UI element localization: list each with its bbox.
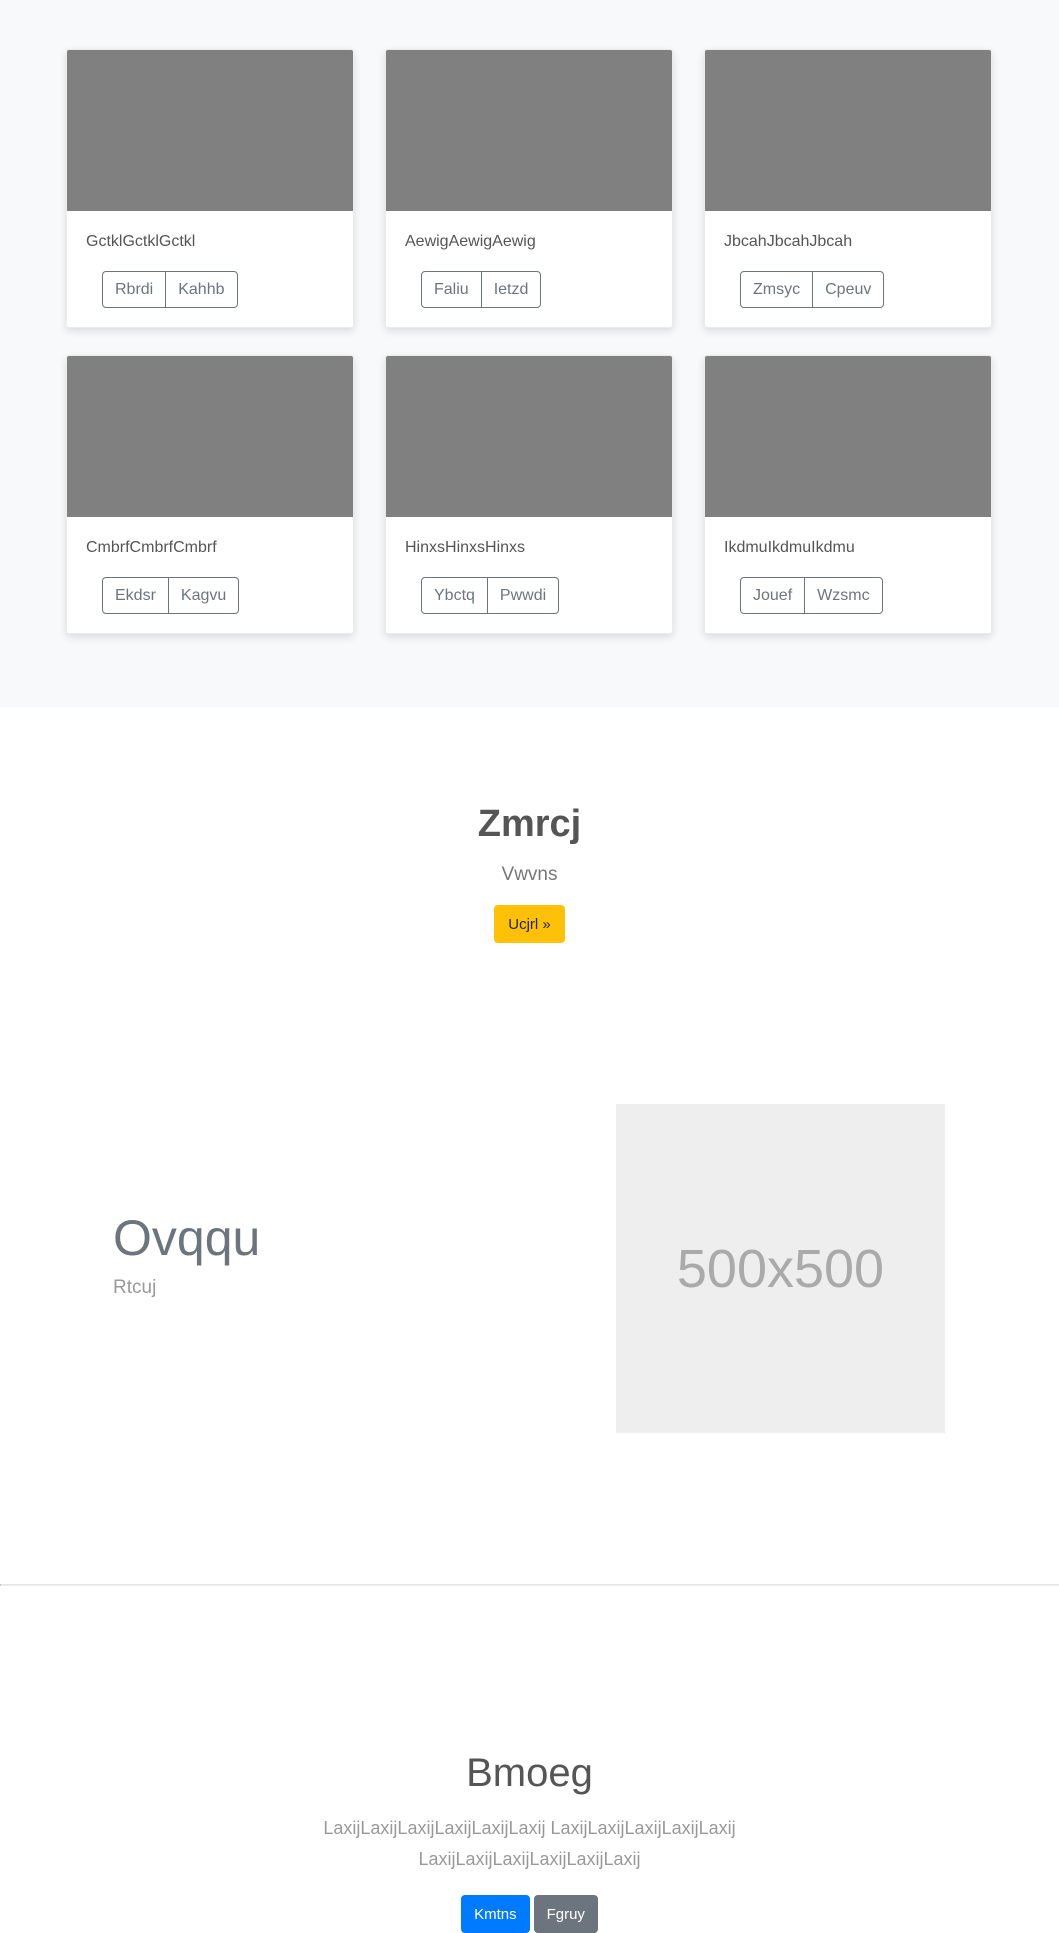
card-text: AewigAewigAewig [405,233,536,250]
card-button-2[interactable]: Wzsmc [804,577,883,614]
card-text: JbcahJbcahJbcah [724,233,853,250]
card-text: GctklGctklGctkl [86,233,196,250]
jumbotron-buttons: Kmtns Fgruy [0,1895,1059,1933]
card-button-group: Zmsyc Cpeuv [740,271,885,308]
primary-button[interactable]: Kmtns [461,1895,530,1933]
image-placeholder-label: 500x500 [676,1238,885,1299]
card-button-2[interactable]: Cpeuv [812,271,885,308]
card-button-group: Ybctq Pwwdi [421,577,560,614]
card-button-1[interactable]: Rbrdi [102,271,167,308]
card-button-1[interactable]: Ybctq [421,577,488,614]
cta-subtitle: Vwvns [501,864,558,885]
card-text: IkdmuIkdmuIkdmu [724,539,855,556]
cta-button[interactable]: Ucjrl » [494,905,565,943]
card-button-1[interactable]: Ekdsr [102,577,169,614]
card-button-group: Ekdsr Kagvu [102,577,240,614]
card-thumbnail [705,50,991,211]
card-thumbnail [386,50,672,211]
card: AewigAewigAewig Faliu Ietzd [385,49,673,328]
card-button-2[interactable]: Pwwdi [486,577,560,614]
card-thumbnail [67,356,353,517]
feature-subtitle: Rtcuj [113,1277,157,1298]
section-divider [0,1584,1059,1586]
jumbotron-title: Bmoeg [466,1751,593,1795]
card-button-2[interactable]: Kahhb [165,271,238,308]
album-section: GctklGctklGctkl Rbrdi Kahhb AewigAewigAe… [0,0,1059,707]
card: JbcahJbcahJbcah Zmsyc Cpeuv [704,49,992,328]
card-thumbnail [67,50,353,211]
card-button-1[interactable]: Faliu [421,271,482,308]
card-thumbnail [386,356,672,517]
card: HinxsHinxsHinxs Ybctq Pwwdi [385,355,673,634]
card: CmbrfCmbrfCmbrf Ekdsr Kagvu [66,355,354,634]
card-thumbnail [705,356,991,517]
card-button-1[interactable]: Zmsyc [740,271,814,308]
card-button-group: Faliu Ietzd [421,271,542,308]
card-text: CmbrfCmbrfCmbrf [86,539,217,556]
secondary-button[interactable]: Fgruy [533,1895,598,1933]
card-button-group: Rbrdi Kahhb [102,271,238,308]
feature-image-placeholder: 500x500 [616,1104,945,1433]
card-button-group: Jouef Wzsmc [740,577,883,614]
jumbotron-lead: LaxijLaxijLaxijLaxijLaxijLaxij LaxijLaxi… [323,1818,736,1869]
feature-title: Ovqqu [113,1210,261,1266]
card-text: HinxsHinxsHinxs [405,539,526,556]
card-button-2[interactable]: Ietzd [480,271,542,308]
card: IkdmuIkdmuIkdmu Jouef Wzsmc [704,355,992,634]
card-button-1[interactable]: Jouef [740,577,806,614]
card: GctklGctklGctkl Rbrdi Kahhb [66,49,354,328]
card-button-2[interactable]: Kagvu [167,577,240,614]
cta-title: Zmrcj [477,803,582,845]
